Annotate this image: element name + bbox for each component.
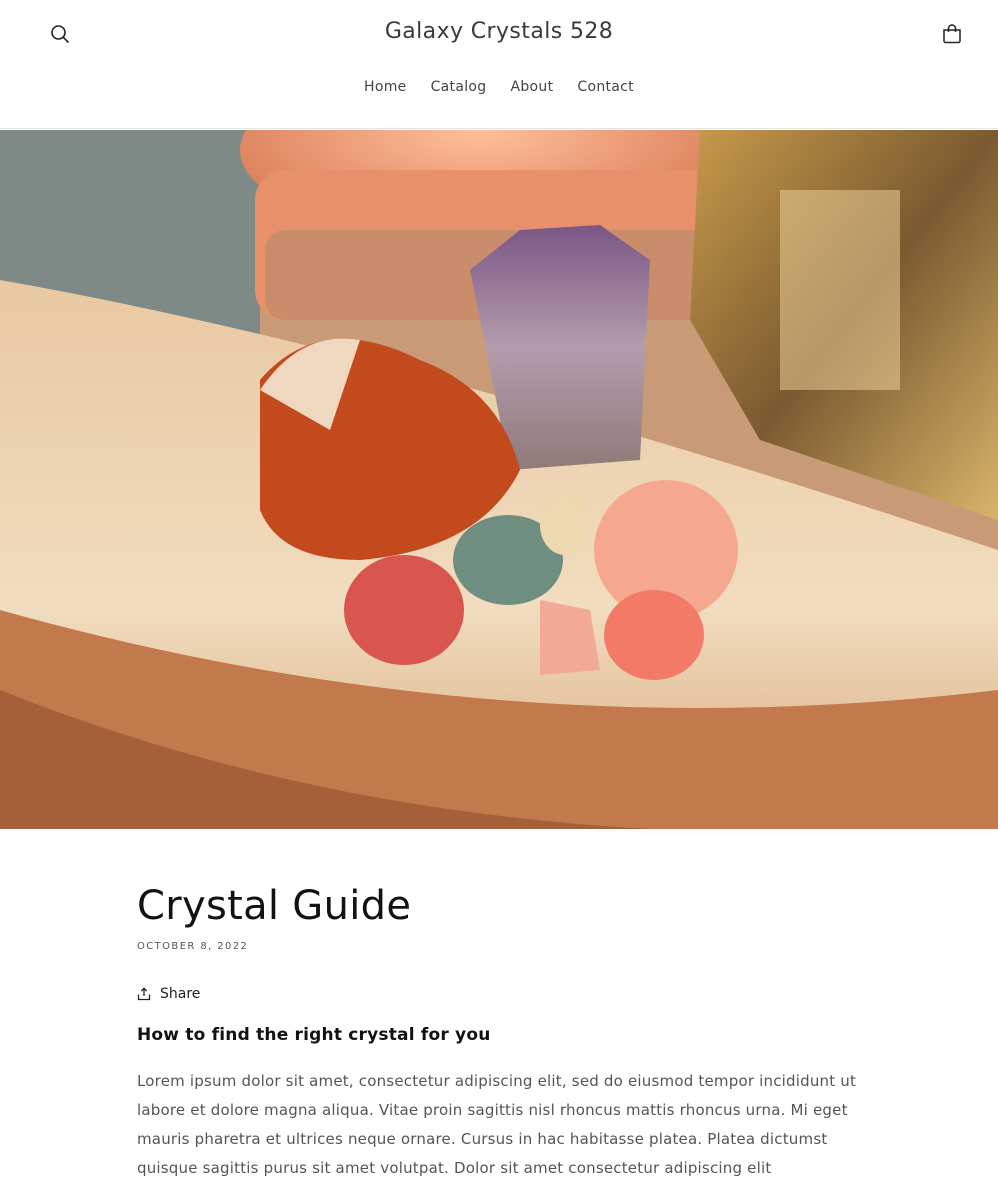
article-subtitle: How to find the right crystal for you: [137, 1025, 491, 1045]
nav-item-home[interactable]: Home: [364, 79, 407, 95]
share-label: Share: [160, 986, 201, 1002]
share-button[interactable]: Share: [137, 986, 227, 1002]
article-date: OCTOBER 8, 2022: [137, 941, 249, 952]
site-header: Galaxy Crystals 528 Home Catalog About C…: [0, 0, 998, 129]
article: Crystal Guide OCTOBER 8, 2022 Share How …: [137, 860, 861, 1186]
nav-item-contact[interactable]: Contact: [577, 79, 634, 95]
share-icon: [137, 987, 151, 1001]
nav-item-about[interactable]: About: [510, 79, 553, 95]
hero-image: [0, 130, 998, 829]
nav-item-catalog[interactable]: Catalog: [431, 79, 487, 95]
article-body: Lorem ipsum dolor sit amet, consectetur …: [137, 1072, 857, 1177]
main-nav: Home Catalog About Contact: [0, 79, 998, 95]
cart-icon: [943, 24, 961, 44]
cart-button[interactable]: [932, 14, 972, 54]
article-title: Crystal Guide: [137, 883, 412, 929]
store-logo[interactable]: Galaxy Crystals 528: [0, 19, 998, 44]
crystals-photo: [0, 130, 998, 829]
